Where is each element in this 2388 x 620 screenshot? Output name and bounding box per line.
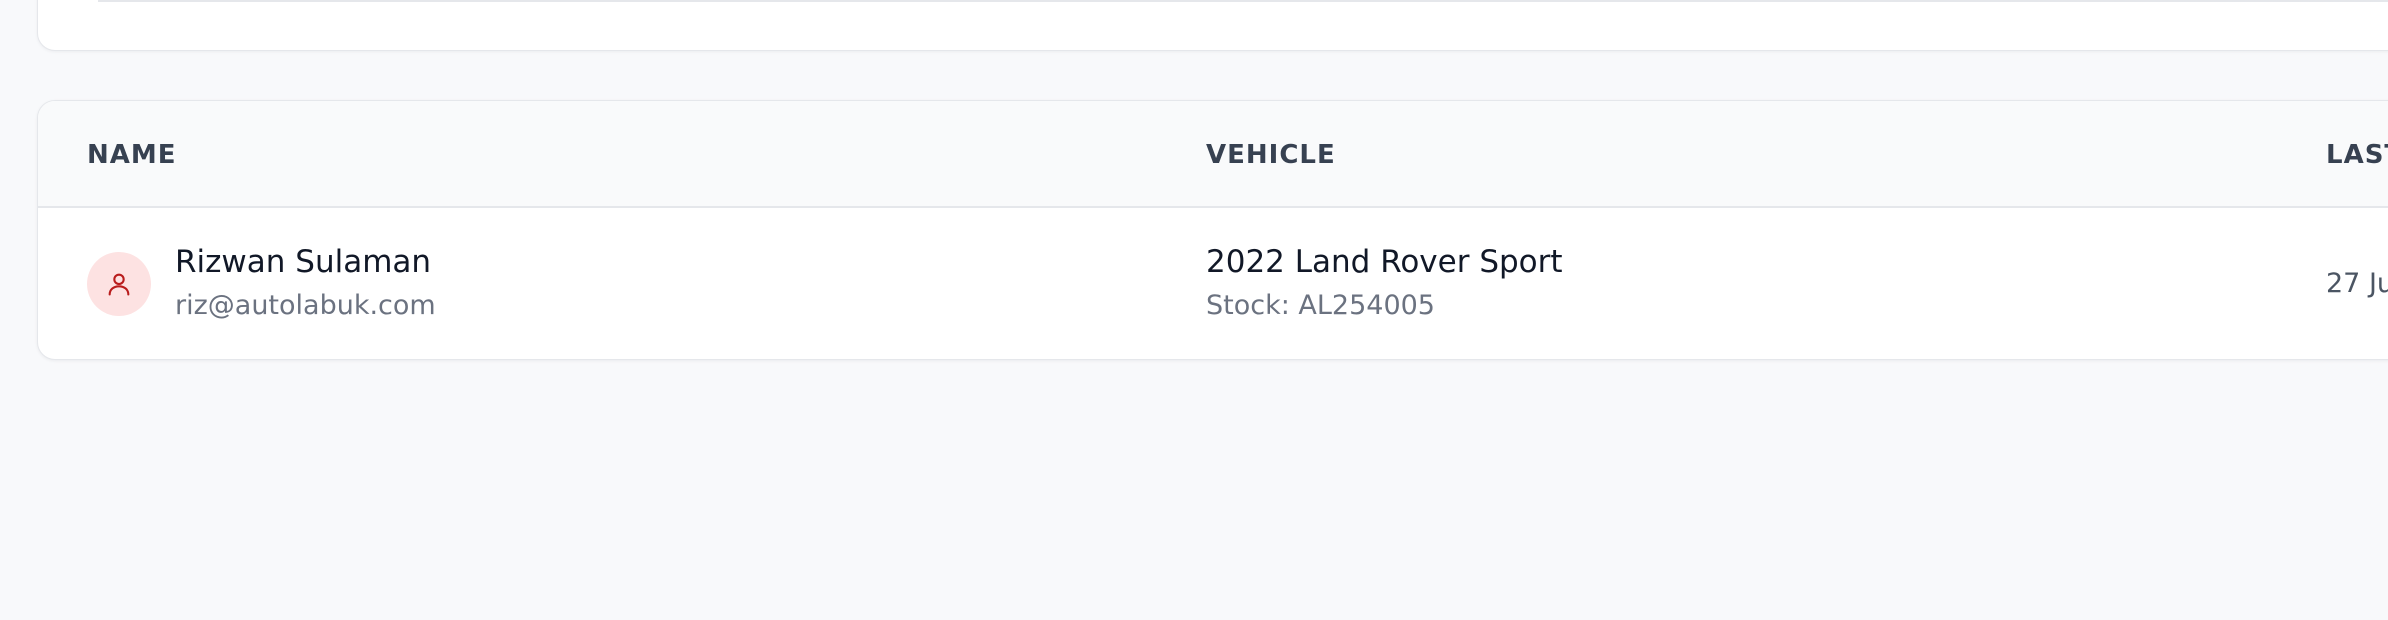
last-activity-date: 27 Ju <box>2326 268 2388 299</box>
previous-card <box>37 0 2388 51</box>
vehicle-name: 2022 Land Rover Sport <box>1206 244 1563 280</box>
customer-email: riz@autolabuk.com <box>175 290 436 321</box>
table-header: NAME VEHICLE LAST <box>38 101 2388 208</box>
card-divider <box>98 0 2388 2</box>
customers-table: NAME VEHICLE LAST Rizwan Sulaman riz@aut… <box>37 100 2388 360</box>
avatar <box>87 252 151 316</box>
user-icon <box>108 273 130 296</box>
column-header-name[interactable]: NAME <box>87 140 177 170</box>
vehicle-stock: Stock: AL254005 <box>1206 290 1435 321</box>
column-header-vehicle[interactable]: VEHICLE <box>1206 140 1336 170</box>
column-header-last[interactable]: LAST <box>2326 140 2388 170</box>
customer-name: Rizwan Sulaman <box>175 244 432 280</box>
table-row[interactable]: Rizwan Sulaman riz@autolabuk.com 2022 La… <box>38 208 2388 359</box>
